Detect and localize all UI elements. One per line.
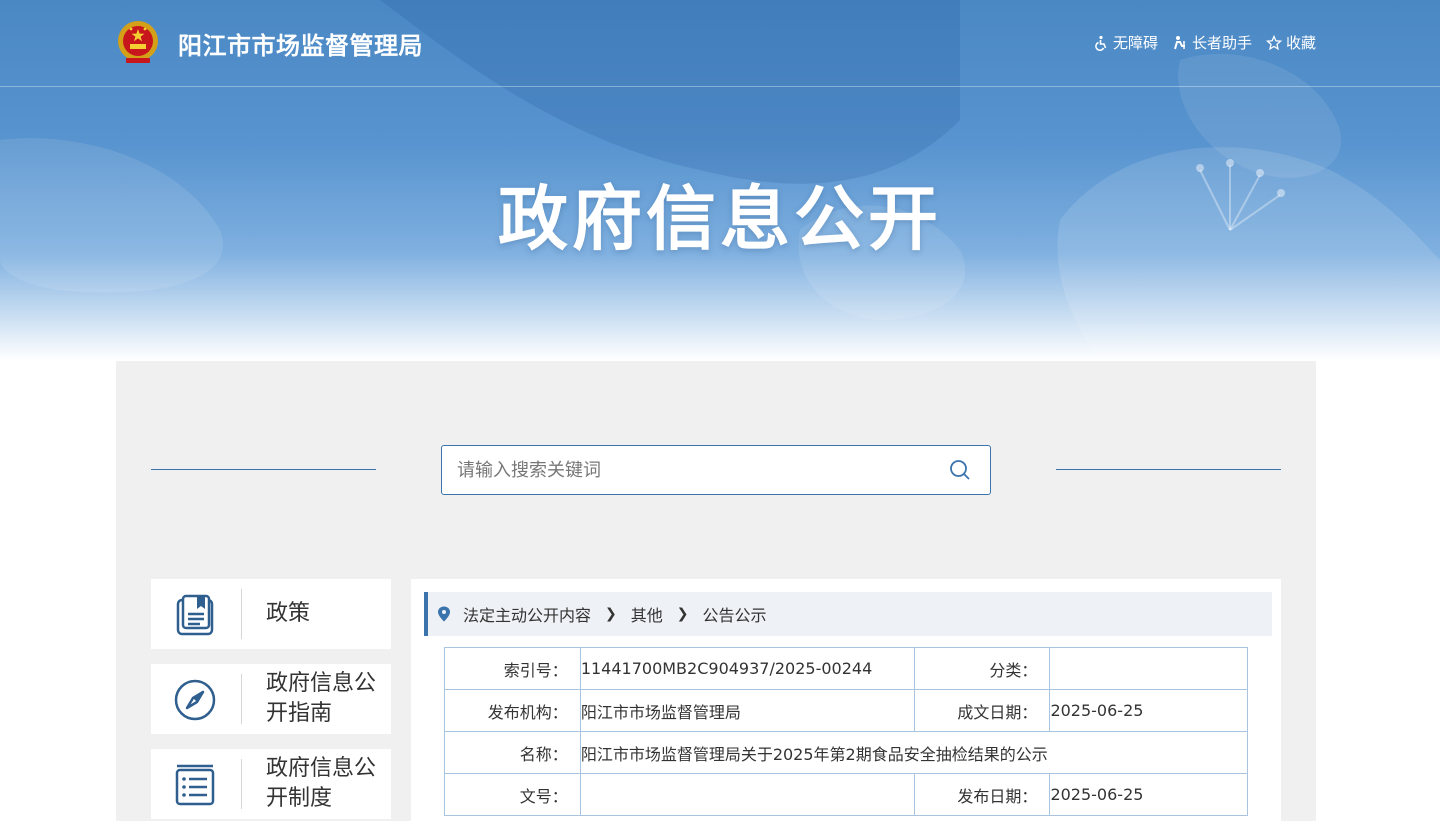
content-panel: 政策 政府信息公开指南 政府信息公开制度 bbox=[116, 361, 1316, 839]
favorite-button[interactable]: 收藏 bbox=[1265, 32, 1316, 53]
table-row: 名称： 阳江市市场监督管理局关于2025年第2期食品安全抽检结果的公示 bbox=[444, 731, 1249, 774]
accessibility-button[interactable]: 无障碍 bbox=[1093, 32, 1158, 53]
sidebar-item-disclosure-system[interactable]: 政府信息公开制度 bbox=[151, 749, 391, 819]
site-title[interactable]: 阳江市市场监督管理局 bbox=[178, 26, 423, 61]
star-icon bbox=[1265, 34, 1282, 50]
breadcrumb: 法定主动公开内容 ❯ 其他 ❯ 公告公示 bbox=[424, 592, 1272, 636]
sidebar-item-label: 政策 bbox=[266, 601, 311, 626]
sidebar: 政策 政府信息公开指南 政府信息公开制度 bbox=[151, 579, 391, 834]
publisher-value: 阳江市市场监督管理局 bbox=[579, 689, 915, 732]
table-row: 文号： 发布日期： 2025-06-25 bbox=[444, 773, 1248, 816]
written-date-label: 成文日期： bbox=[913, 689, 1051, 732]
chevron-right-icon: ❯ bbox=[605, 606, 617, 622]
publish-date-label: 发布日期： bbox=[913, 773, 1051, 816]
search-divider-right bbox=[1056, 469, 1281, 470]
search-divider-left bbox=[151, 469, 376, 470]
sidebar-item-label: 政府信息公开制度 bbox=[266, 756, 377, 811]
table-row: 索引号： 11441700MB2C904937/2025-00244 分类： bbox=[444, 647, 1248, 690]
index-label: 索引号： bbox=[444, 647, 581, 690]
publish-date-value: 2025-06-25 bbox=[1049, 773, 1248, 816]
location-pin-icon bbox=[438, 606, 450, 622]
sidebar-separator bbox=[241, 589, 242, 639]
breadcrumb-link-other[interactable]: 其他 bbox=[631, 602, 663, 626]
sidebar-item-policy[interactable]: 政策 bbox=[151, 579, 391, 649]
wheelchair-icon bbox=[1095, 35, 1107, 51]
publisher-label: 发布机构： bbox=[444, 689, 581, 732]
book-icon bbox=[176, 594, 214, 636]
accessibility-label: 无障碍 bbox=[1112, 34, 1158, 52]
document-meta-table: 索引号： 11441700MB2C904937/2025-00244 分类： 发… bbox=[444, 647, 1249, 816]
search-icon bbox=[950, 460, 970, 480]
main-content: 法定主动公开内容 ❯ 其他 ❯ 公告公示 索引号： 11441700MB2C90… bbox=[411, 579, 1281, 839]
written-date-value: 2025-06-25 bbox=[1049, 689, 1248, 732]
header-tools: 无障碍 长者助手 收藏 bbox=[1093, 32, 1316, 53]
search-box bbox=[441, 445, 991, 495]
favorite-label: 收藏 bbox=[1285, 34, 1316, 52]
sidebar-item-disclosure-guide[interactable]: 政府信息公开指南 bbox=[151, 664, 391, 734]
header-banner: 阳江市市场监督管理局 无障碍 长者助手 收藏 政府信息公开 bbox=[0, 0, 1440, 361]
sidebar-separator bbox=[241, 674, 242, 724]
compass-icon bbox=[174, 679, 216, 721]
category-value bbox=[1049, 647, 1248, 690]
list-document-icon bbox=[175, 764, 215, 806]
elder-helper-label: 长者助手 bbox=[1191, 34, 1252, 52]
table-row: 发布机构： 阳江市市场监督管理局 成文日期： 2025-06-25 bbox=[444, 689, 1248, 732]
sidebar-separator bbox=[241, 759, 242, 809]
national-emblem-icon bbox=[118, 21, 158, 63]
breadcrumb-link-statutory-content[interactable]: 法定主动公开内容 bbox=[463, 602, 591, 626]
category-label: 分类： bbox=[913, 647, 1051, 690]
index-value: 11441700MB2C904937/2025-00244 bbox=[579, 647, 915, 690]
search-input[interactable] bbox=[442, 458, 930, 482]
name-value: 阳江市市场监督管理局关于2025年第2期食品安全抽检结果的公示 bbox=[579, 731, 1249, 774]
chevron-right-icon: ❯ bbox=[676, 606, 689, 622]
top-bar: 阳江市市场监督管理局 无障碍 长者助手 收藏 bbox=[0, 0, 1440, 87]
elder-helper-icon bbox=[1174, 35, 1185, 49]
doc-no-label: 文号： bbox=[444, 773, 581, 816]
hero-title: 政府信息公开 bbox=[498, 178, 942, 260]
doc-no-value bbox=[579, 773, 915, 816]
breadcrumb-link-announcements[interactable]: 公告公示 bbox=[703, 602, 767, 626]
sidebar-item-label: 政府信息公开指南 bbox=[266, 671, 377, 726]
elder-helper-button[interactable]: 长者助手 bbox=[1172, 32, 1252, 53]
search-button[interactable] bbox=[930, 446, 990, 494]
name-label: 名称： bbox=[444, 731, 581, 774]
